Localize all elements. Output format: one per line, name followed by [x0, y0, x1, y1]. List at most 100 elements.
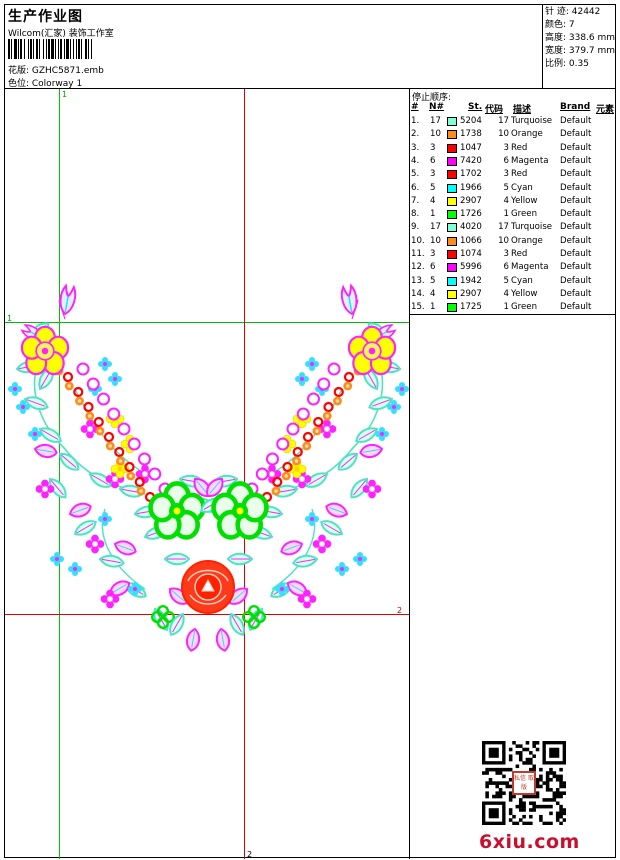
- stop-stitches: 1725: [460, 302, 482, 313]
- stop-stitches: 1942: [460, 275, 482, 286]
- stop-color-name: Red: [511, 249, 528, 259]
- embroidery-design: 1 1 2 2: [5, 89, 409, 859]
- stop-needle: 6: [430, 155, 436, 166]
- motif-dot-o: [116, 456, 125, 466]
- barcode-bar: [92, 39, 93, 59]
- stop-needle: 4: [430, 288, 436, 299]
- stop-row: 14. 4 2907 4 Yellow Default: [410, 288, 615, 301]
- qr-module: [552, 794, 557, 799]
- stop-needle: 1: [430, 302, 436, 313]
- color-swatch: [447, 156, 457, 166]
- qr-module: [498, 767, 503, 772]
- qr-module: [495, 794, 499, 799]
- stop-brand: Default: [560, 249, 592, 259]
- qr-module: [525, 794, 530, 799]
- stop-color-name: Red: [511, 142, 528, 153]
- stop-index: 7.: [411, 195, 420, 206]
- qr-module: [532, 744, 536, 748]
- stop-needle: 17: [430, 116, 441, 126]
- motif-bead: [255, 467, 269, 481]
- motif-bud-c: [8, 382, 22, 396]
- qr-module: [552, 774, 557, 779]
- qr-module: [552, 791, 557, 795]
- motif-bud-c: [305, 512, 319, 526]
- qr-module: [559, 794, 563, 799]
- qr-module: [518, 818, 523, 822]
- qr-module: [532, 801, 536, 806]
- stop-index: 6.: [411, 182, 420, 193]
- motif-dot-o: [105, 441, 115, 451]
- qr-module: [539, 774, 543, 779]
- motif-ring-r: [83, 401, 94, 413]
- stop-brand: Default: [560, 275, 592, 286]
- stop-stitches: 1066: [460, 235, 482, 246]
- qr-module: [549, 798, 553, 802]
- motif-bead: [86, 377, 100, 391]
- stop-row: 5. 3 1702 3 Red Default: [410, 168, 615, 181]
- col-needle: N#: [429, 102, 445, 112]
- qr-module: [525, 757, 530, 762]
- motif-dot-o: [333, 396, 342, 406]
- col-code: 代码: [485, 105, 504, 115]
- colorway-label: 色位: Colorway 1: [8, 79, 83, 89]
- production-sheet: 生产作业图 Wilcom(汇家) 装饰工作室 花版: GZHC5871.emb …: [4, 4, 616, 859]
- stop-needle: 3: [430, 142, 436, 153]
- qr-module: [495, 784, 499, 789]
- qr-module: [518, 801, 523, 806]
- color-swatch: [447, 223, 457, 233]
- motif-leaf-m: [214, 626, 232, 653]
- motif-bead: [266, 452, 279, 466]
- qr-module: [535, 777, 540, 782]
- motif-ring-r: [313, 416, 324, 428]
- stop-row: 1. 17 5204 17 Turquoise Default: [410, 115, 615, 128]
- motif-dot-o: [136, 486, 146, 496]
- qr-module: [542, 804, 547, 809]
- barcode: [8, 39, 156, 59]
- stop-code: 4: [503, 195, 509, 206]
- qr-module: [555, 791, 560, 795]
- stop-row: 13. 5 1942 5 Cyan Default: [410, 275, 615, 288]
- stop-index: 10.: [411, 235, 425, 246]
- color-swatch: [447, 250, 457, 259]
- motif-ring-r: [323, 401, 334, 413]
- qr-module: [535, 781, 540, 785]
- qr-module: [555, 811, 560, 816]
- qr-module: [522, 804, 526, 809]
- qr-module: [559, 804, 563, 809]
- qr-module: [549, 788, 553, 792]
- qr-module: [529, 808, 533, 812]
- motif-dot-o: [95, 426, 105, 436]
- stop-stitches: 5204: [460, 116, 482, 126]
- qr-module: [492, 794, 496, 799]
- qr-module: [552, 771, 557, 775]
- qr-module: [522, 821, 526, 826]
- qr-module: [525, 761, 530, 765]
- qr-module: [518, 808, 523, 812]
- qr-module: [515, 764, 520, 769]
- motif-dot-o: [281, 471, 291, 481]
- stop-stitches: 1966: [460, 182, 482, 193]
- guide-label-h2: 2: [397, 606, 402, 615]
- stop-code: 10: [498, 129, 509, 140]
- qr-module: [549, 767, 553, 772]
- stop-color-name: Turquoise: [511, 116, 553, 126]
- qr-module: [518, 754, 523, 758]
- stop-brand: Default: [560, 288, 592, 299]
- qr-module: [529, 757, 533, 762]
- stop-stitches: 1702: [460, 169, 482, 180]
- qr-module: [512, 814, 516, 819]
- stop-code: 1: [503, 302, 509, 313]
- motif-bead: [138, 452, 151, 466]
- color-swatch: [447, 117, 457, 126]
- color-swatch: [447, 263, 457, 273]
- qr-module: [555, 794, 560, 799]
- motif-leaf-t: [164, 552, 190, 566]
- qr-module: [539, 804, 543, 809]
- qr-module: [532, 754, 536, 758]
- motif-big-flower-g: [214, 483, 267, 537]
- stop-code: 6: [503, 155, 509, 166]
- qr-module: [552, 798, 557, 802]
- qr-module: [545, 774, 550, 779]
- design-stats: 针 迹: 42442 颜色: 7 高度: 338.6 mm 宽度: 379.7 …: [542, 5, 615, 89]
- stop-row: 10. 10 1066 10 Orange Default: [410, 235, 615, 248]
